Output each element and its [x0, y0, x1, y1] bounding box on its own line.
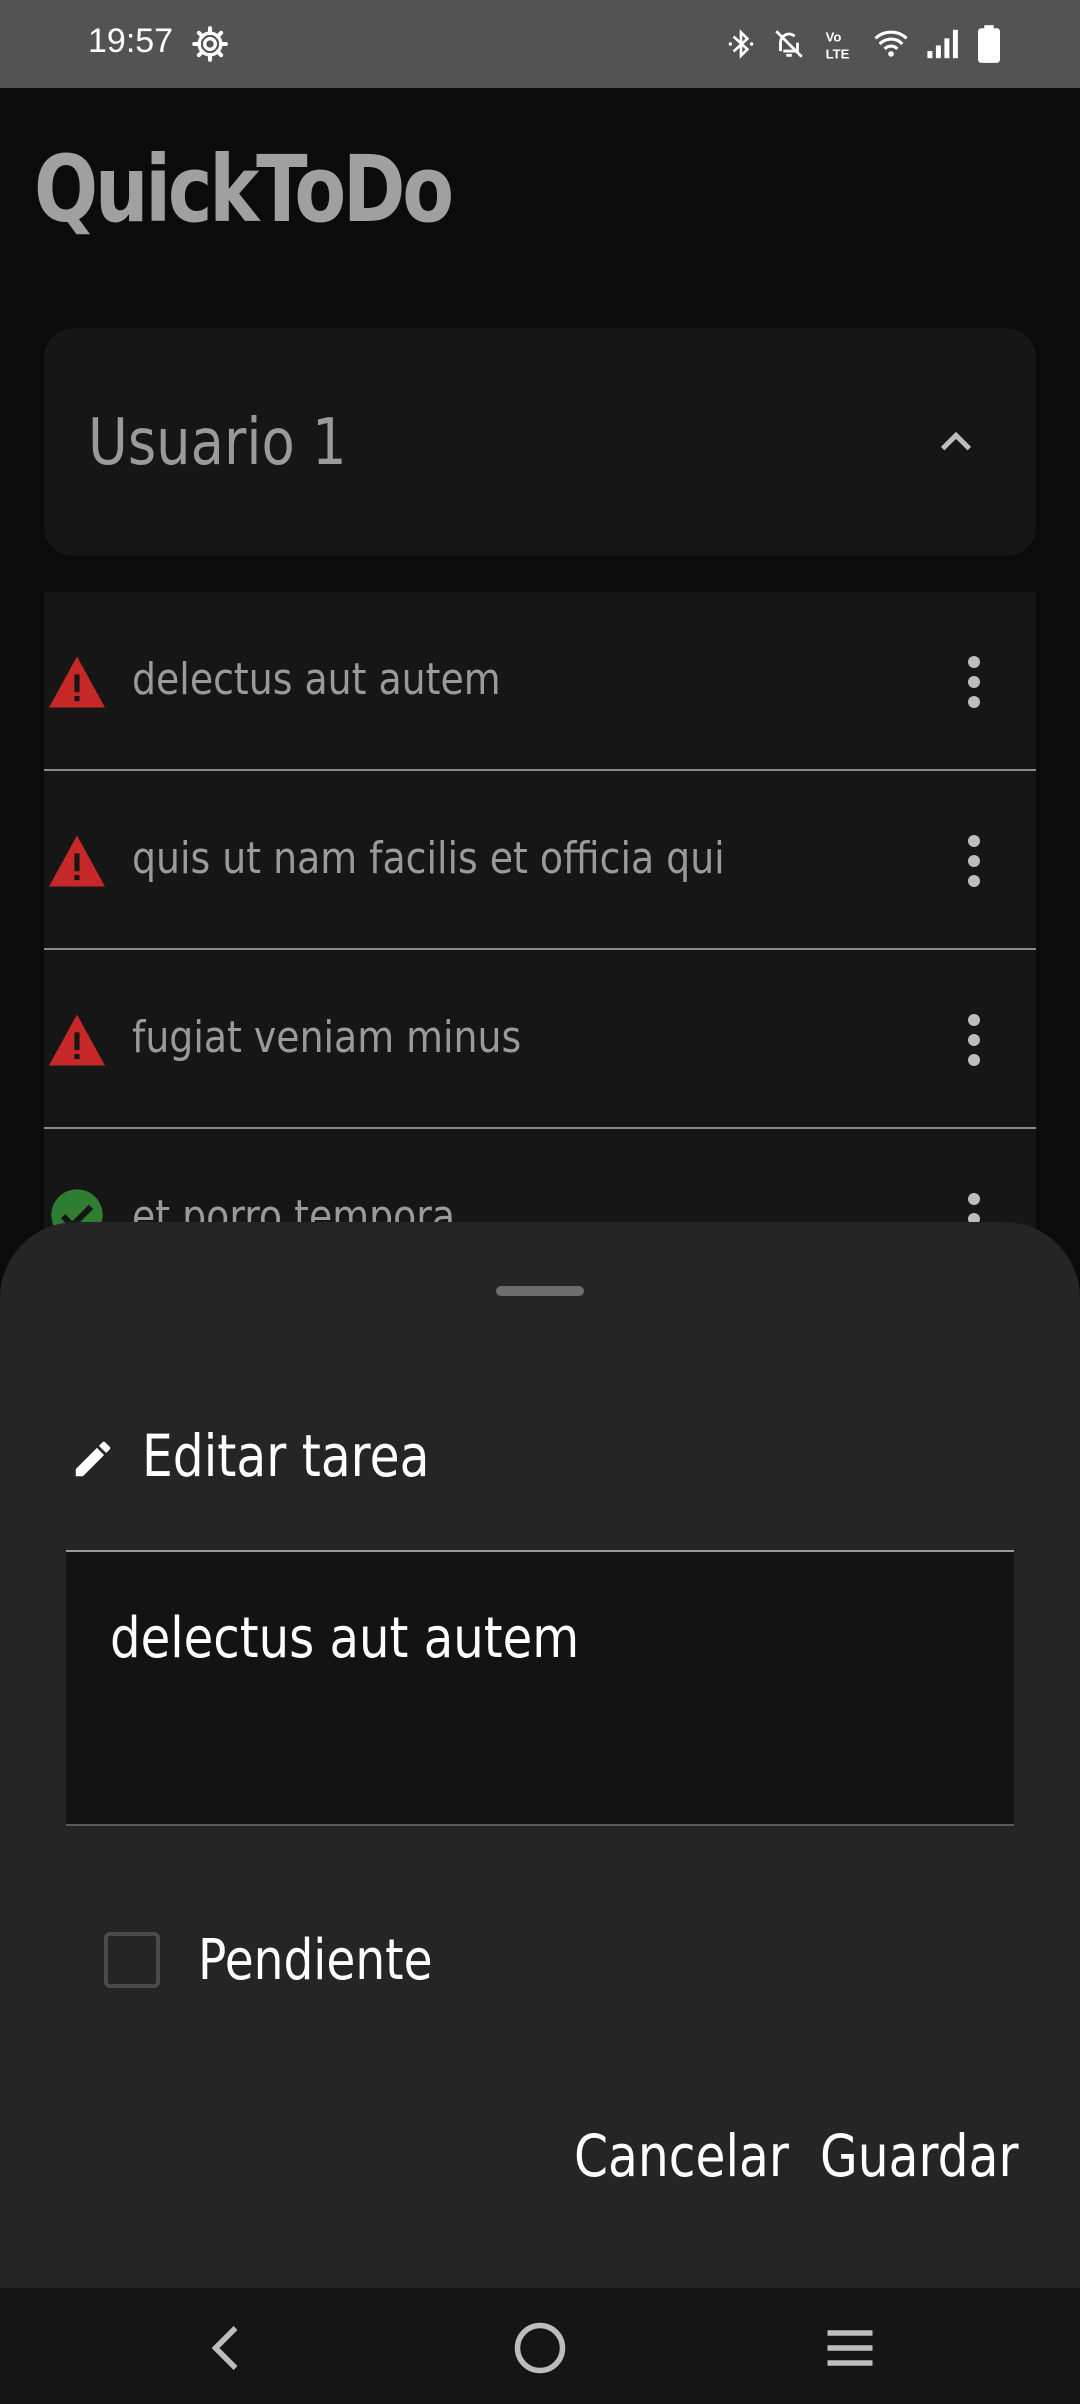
- user-name: Usuario 1: [88, 406, 347, 480]
- app-title: QuickToDo: [34, 136, 454, 243]
- system-icons: Vo LTE: [728, 22, 1000, 66]
- task-text-field[interactable]: delectus aut autem: [66, 1550, 1014, 1826]
- task-text: fugiat veniam minus: [132, 1012, 522, 1063]
- svg-text:LTE: LTE: [826, 46, 850, 61]
- bluetooth-icon: [728, 29, 754, 59]
- task-text: quis ut nam facilis et officia qui: [132, 833, 725, 884]
- task-text: delectus aut autem: [132, 654, 501, 705]
- more-vert-icon[interactable]: [966, 656, 982, 708]
- sheet-title: Editar tarea: [142, 1422, 430, 1490]
- pencil-icon: [75, 1441, 111, 1477]
- signal-icon: [927, 29, 958, 59]
- edit-task-bottom-sheet: Editar tarea delectus aut autem Pendient…: [0, 1222, 1080, 2288]
- back-icon[interactable]: [198, 2318, 258, 2378]
- task-text-input-value[interactable]: delectus aut autem: [110, 1606, 579, 1671]
- task-row[interactable]: fugiat veniam minus: [44, 950, 1036, 1129]
- home-icon[interactable]: [510, 2318, 570, 2378]
- recents-menu-icon[interactable]: [820, 2318, 880, 2378]
- wifi-icon: [874, 30, 908, 57]
- task-row[interactable]: delectus aut autem: [44, 592, 1036, 771]
- screen: 19:57 Vo LTE QuickToDo Usuario 1 delectu…: [0, 0, 1080, 2404]
- warning-icon: [49, 835, 105, 887]
- save-button[interactable]: Guardar: [820, 2122, 1018, 2190]
- status-bar: 19:57 Vo LTE: [0, 0, 1080, 88]
- volte-icon: Vo LTE: [826, 29, 850, 61]
- battery-icon: [978, 25, 1000, 63]
- mute-bell-icon: [775, 30, 803, 58]
- chevron-up-icon[interactable]: [936, 422, 976, 462]
- sheet-drag-handle[interactable]: [496, 1286, 584, 1296]
- warning-icon: [49, 656, 105, 708]
- more-vert-icon[interactable]: [966, 1014, 982, 1066]
- task-row[interactable]: quis ut nam facilis et officia qui: [44, 771, 1036, 950]
- pending-checkbox[interactable]: [104, 1932, 160, 1988]
- pending-checkbox-label[interactable]: Pendiente: [198, 1928, 433, 1993]
- user-section-header[interactable]: Usuario 1: [44, 328, 1036, 556]
- svg-text:Vo: Vo: [826, 29, 842, 44]
- cancel-button[interactable]: Cancelar: [574, 2122, 789, 2190]
- settings-gear-icon: [192, 26, 228, 62]
- system-navigation-bar: [0, 2288, 1080, 2404]
- status-time: 19:57: [88, 22, 174, 60]
- warning-icon: [49, 1014, 105, 1066]
- more-vert-icon[interactable]: [966, 835, 982, 887]
- task-list: delectus aut autem quis ut nam facilis e…: [44, 592, 1036, 1308]
